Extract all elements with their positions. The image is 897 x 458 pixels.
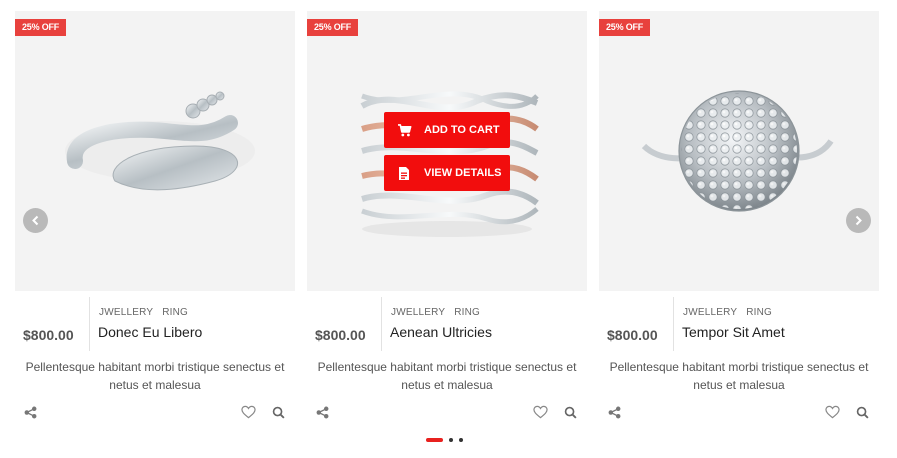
category-link[interactable]: JWELLERY [99,307,153,318]
product-card[interactable]: 25% OFF $800.00 JWELLERY RING Tempor Sit… [599,11,879,431]
search-icon[interactable] [853,403,871,421]
add-to-cart-label: ADD TO CART [424,124,500,136]
chevron-left-icon [32,215,39,226]
product-price: $800.00 [607,327,658,343]
product-actions [599,403,879,423]
product-categories: JWELLERY RING [99,307,194,318]
product-card[interactable]: 25% OFF $800.00 JWELLERY RING Donec Eu L… [15,11,295,431]
sale-badge: 25% OFF [15,19,67,36]
product-actions [15,403,295,423]
share-icon[interactable] [21,403,39,421]
search-icon[interactable] [561,403,579,421]
product-categories: JWELLERY RING [391,307,486,318]
product-name[interactable]: Tempor Sit Amet [682,324,785,340]
pagination-dot[interactable] [459,438,463,442]
category-link[interactable]: JWELLERY [391,307,445,318]
document-icon [384,166,424,181]
product-price: $800.00 [315,327,366,343]
carousel-prev-button[interactable] [23,208,48,233]
pagination-dot[interactable] [449,438,453,442]
add-to-cart-button[interactable]: ADD TO CART [384,112,510,148]
product-info: $800.00 JWELLERY RING Donec Eu Libero [15,297,295,351]
chevron-right-icon [855,215,862,226]
product-price: $800.00 [23,327,74,343]
category-link[interactable]: JWELLERY [683,307,737,318]
product-image[interactable]: 25% OFF [15,11,295,291]
share-icon[interactable] [313,403,331,421]
product-name[interactable]: Donec Eu Libero [98,324,202,340]
divider [89,297,90,351]
silver-snake-ring-image [65,91,255,191]
heart-icon[interactable] [239,403,257,421]
wave-band-ring-image [360,91,539,237]
category-link[interactable]: RING [454,307,480,318]
pagination-dot-active[interactable] [426,438,443,442]
product-categories: JWELLERY RING [683,307,778,318]
carousel-next-button[interactable] [846,208,871,233]
divider [381,297,382,351]
category-link[interactable]: RING [746,307,772,318]
product-image[interactable]: 25% OFF [599,11,879,291]
diamond-dome-ring-image [641,90,834,212]
product-description: Pellentesque habitant morbi tristique se… [609,360,869,392]
sale-badge: 25% OFF [599,19,651,36]
product-description: Pellentesque habitant morbi tristique se… [25,360,285,392]
cart-icon [384,123,424,137]
product-name[interactable]: Aenean Ultricies [390,324,492,340]
category-link[interactable]: RING [162,307,188,318]
product-actions [307,403,587,423]
product-info: $800.00 JWELLERY RING Tempor Sit Amet [599,297,879,351]
share-icon[interactable] [605,403,623,421]
search-icon[interactable] [269,403,287,421]
heart-icon[interactable] [531,403,549,421]
product-info: $800.00 JWELLERY RING Aenean Ultricies [307,297,587,351]
view-details-button[interactable]: VIEW DETAILS [384,155,510,191]
divider [673,297,674,351]
carousel-pagination [426,437,463,443]
product-card[interactable]: 25% OFF ADD TO CART VIEW DETAILS $800.00… [307,11,587,431]
view-details-label: VIEW DETAILS [424,167,502,179]
heart-icon[interactable] [823,403,841,421]
sale-badge: 25% OFF [307,19,359,36]
product-description: Pellentesque habitant morbi tristique se… [317,360,577,392]
product-image[interactable]: 25% OFF ADD TO CART VIEW DETAILS [307,11,587,291]
